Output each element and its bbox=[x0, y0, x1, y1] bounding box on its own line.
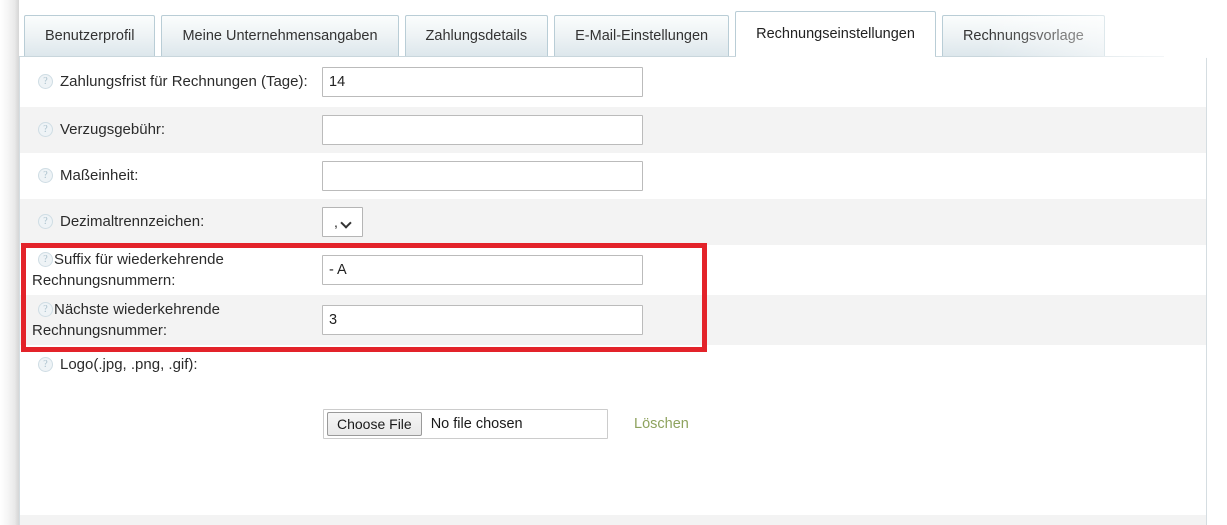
unit-of-measure-input[interactable] bbox=[322, 161, 643, 191]
late-fee-input[interactable] bbox=[322, 115, 643, 145]
tab-1[interactable]: Meine Unternehmensangaben bbox=[161, 15, 399, 56]
form-label-cell: ? Logo(.jpg, .png, .gif): bbox=[20, 354, 322, 375]
form-label-text: Verzugsgebühr: bbox=[60, 119, 165, 140]
form-label-cell: ? Verzugsgebühr: bbox=[20, 119, 322, 140]
form-field-cell bbox=[322, 67, 1206, 97]
form-field-cell bbox=[322, 305, 1206, 335]
form-label-text: Maßeinheit: bbox=[60, 165, 138, 186]
dictionary-row: ?WÖRTERBUCH (38) bbox=[20, 515, 1206, 525]
form-row-recurring-invoice-suffix: ? Suffix für wiederkehrende Rechnungsnumme… bbox=[20, 245, 1206, 295]
tab-bar: Benutzerprofil Meine Unternehmensangaben Z… bbox=[19, 0, 1227, 58]
tab-0[interactable]: Benutzerprofil bbox=[24, 15, 156, 56]
form-label-cell: ? Maßeinheit: bbox=[20, 165, 322, 186]
tab-label: Zahlungsdetails bbox=[425, 28, 528, 44]
form-label-text: Logo(.jpg, .png, .gif): bbox=[60, 354, 198, 375]
help-question-icon[interactable]: ? bbox=[38, 168, 53, 184]
tab-4[interactable]: Rechnungseinstellungen bbox=[735, 11, 936, 58]
form-row-unit-of-measure: ? Maßeinheit: bbox=[20, 153, 1206, 199]
form-label-line1: Nächste wiederkehrende bbox=[54, 301, 220, 319]
tab-list: Benutzerprofil Meine Unternehmensangaben Z… bbox=[24, 11, 1105, 58]
choose-file-button[interactable]: Choose File bbox=[327, 412, 422, 436]
form-label-text: Dezimaltrennzeichen: bbox=[60, 211, 204, 232]
form-row-late-fee: ? Verzugsgebühr: bbox=[20, 107, 1206, 153]
form-label-text: Nächste wiederkehrende Rechnungsnummer: bbox=[32, 299, 220, 341]
file-upload-wrap: Choose File No file chosen Löschen bbox=[323, 409, 689, 439]
file-status-text: No file chosen bbox=[430, 416, 523, 432]
form-label-line1: Logo(.jpg, .png, .gif): bbox=[60, 356, 198, 374]
form-label-text: Suffix für wiederkehrende Rechnungsnummer… bbox=[32, 249, 224, 291]
chevron-down-icon bbox=[342, 218, 351, 227]
select-value: , bbox=[334, 214, 338, 230]
form-field-cell bbox=[322, 255, 1206, 285]
settings-page: Benutzerprofil Meine Unternehmensangaben Z… bbox=[0, 0, 1227, 525]
delete-logo-link[interactable]: Löschen bbox=[634, 416, 689, 432]
form-field-cell: , bbox=[322, 207, 1206, 237]
form-label-cell: ? Zahlungsfrist für Rechnungen (Tage): bbox=[20, 71, 322, 92]
help-question-icon[interactable]: ? bbox=[38, 252, 53, 268]
form-field-cell bbox=[322, 161, 1206, 191]
tab-label: Benutzerprofil bbox=[45, 28, 135, 44]
recurring-invoice-suffix-input[interactable] bbox=[322, 255, 643, 285]
payment-term-days-input[interactable] bbox=[322, 67, 643, 97]
tab-label: Rechnungsvorlage bbox=[962, 28, 1084, 44]
form-row-payment-term-days: ? Zahlungsfrist für Rechnungen (Tage): bbox=[20, 57, 1206, 107]
tab-label: E-Mail-Einstellungen bbox=[575, 28, 709, 44]
settings-panel: ? Zahlungsfrist für Rechnungen (Tage):? Ve… bbox=[19, 57, 1207, 525]
help-question-icon[interactable]: ? bbox=[38, 122, 53, 138]
logo-upload-row: Choose File No file chosen Löschen bbox=[20, 385, 1206, 463]
page-edge-shadow bbox=[0, 0, 18, 525]
help-question-icon[interactable]: ? bbox=[38, 214, 53, 230]
form-spacer bbox=[20, 463, 1206, 515]
form-label-cell: ? Nächste wiederkehrende Rechnungsnummer: bbox=[20, 299, 322, 341]
form-label-line1: Dezimaltrennzeichen: bbox=[60, 213, 205, 231]
tab-3[interactable]: E-Mail-Einstellungen bbox=[554, 15, 730, 56]
form-label-line1: Verzugsgebühr: bbox=[60, 121, 166, 139]
help-question-icon[interactable]: ? bbox=[38, 302, 53, 318]
tab-2[interactable]: Zahlungsdetails bbox=[404, 15, 549, 56]
form-label-cell: ? Dezimaltrennzeichen: bbox=[20, 211, 322, 232]
form-label-text: Zahlungsfrist für Rechnungen (Tage): bbox=[60, 71, 308, 92]
form-row-next-recurring-invoice-number: ? Nächste wiederkehrende Rechnungsnummer: bbox=[20, 295, 1206, 345]
help-question-icon[interactable]: ? bbox=[38, 357, 53, 373]
form-label-line1: Suffix für wiederkehrende bbox=[54, 251, 224, 269]
form-label-cell: ? Suffix für wiederkehrende Rechnungsnumme… bbox=[20, 249, 322, 291]
tab-5[interactable]: Rechnungsvorlage bbox=[941, 15, 1105, 56]
help-question-icon[interactable]: ? bbox=[38, 74, 53, 90]
form-row-logo: ? Logo(.jpg, .png, .gif): bbox=[20, 345, 1206, 385]
form-row-decimal-separator: ? Dezimaltrennzeichen:, bbox=[20, 199, 1206, 245]
form-label-line1: Maßeinheit: bbox=[60, 167, 139, 185]
form-label-line2: Rechnungsnummer: bbox=[32, 321, 168, 339]
form-label-line1: Zahlungsfrist für Rechnungen (Tage): bbox=[60, 73, 308, 91]
next-recurring-invoice-number-input[interactable] bbox=[322, 305, 643, 335]
tab-label: Meine Unternehmensangaben bbox=[182, 28, 378, 44]
decimal-separator-select[interactable]: , bbox=[322, 207, 363, 237]
tab-label: Rechnungseinstellungen bbox=[756, 26, 915, 42]
logo-file-input[interactable]: Choose File No file chosen bbox=[323, 409, 608, 439]
settings-form: ? Zahlungsfrist für Rechnungen (Tage):? Ve… bbox=[20, 57, 1206, 525]
form-label-line2: Rechnungsnummern: bbox=[32, 271, 176, 289]
form-field-cell bbox=[322, 115, 1206, 145]
